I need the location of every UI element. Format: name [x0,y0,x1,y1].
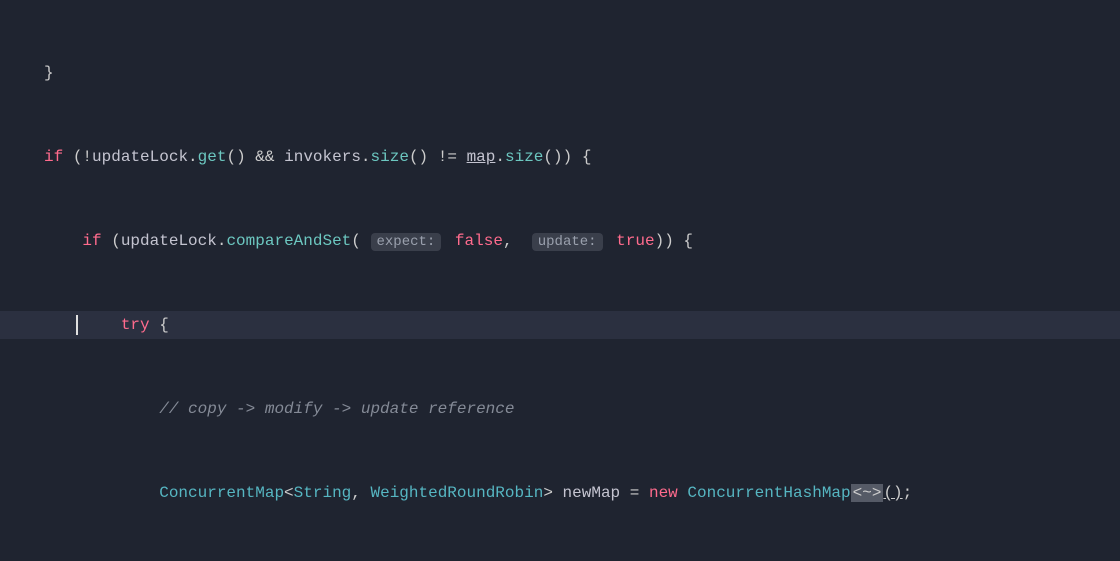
code-line: if (!updateLock.get() && invokers.size()… [0,143,1120,171]
inline-hint: expect: [371,233,442,251]
brace: } [44,64,54,82]
inline-hint: update: [532,233,603,251]
code-line-active: try { [0,311,1120,339]
code-line: ConcurrentMap<String, WeightedRoundRobin… [0,479,1120,507]
diamond-operator: <~> [851,484,884,502]
code-editor[interactable]: } if (!updateLock.get() && invokers.size… [0,0,1120,561]
code-line: } [0,59,1120,87]
comment: // copy -> modify -> update reference [159,400,514,418]
code-line: // copy -> modify -> update reference [0,395,1120,423]
keyword-if: if [44,148,63,166]
code-line: if (updateLock.compareAndSet( expect: fa… [0,227,1120,255]
text-caret [76,315,78,335]
